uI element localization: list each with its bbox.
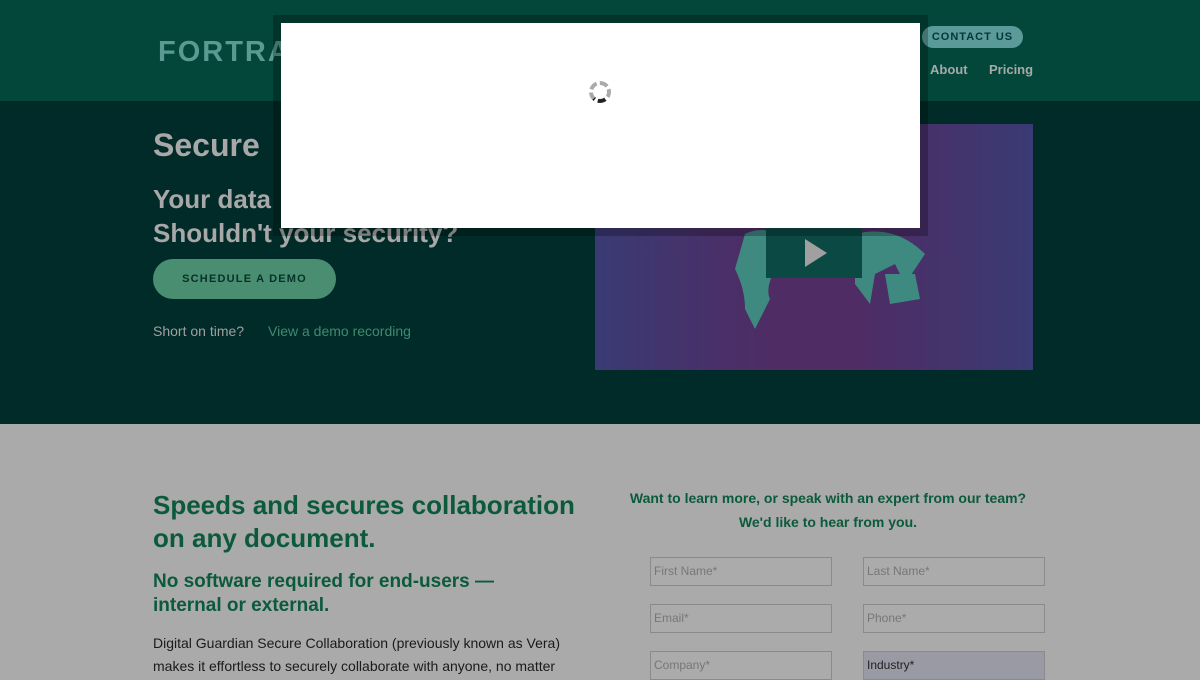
short-on-time-text: Short on time? bbox=[153, 323, 245, 339]
loading-modal bbox=[281, 23, 920, 228]
schedule-demo-button[interactable]: SCHEDULE A DEMO bbox=[153, 259, 336, 299]
industry-select[interactable]: Industry* bbox=[863, 651, 1045, 680]
nav-pricing[interactable]: Pricing bbox=[989, 62, 1033, 77]
section-heading: Speeds and secures collaboration on any … bbox=[153, 490, 575, 553]
contact-us-button[interactable]: CONTACT US bbox=[922, 26, 1023, 48]
phone-input[interactable]: Phone* bbox=[863, 604, 1045, 633]
first-name-input[interactable]: First Name* bbox=[650, 557, 832, 586]
fortra-logo[interactable]: FORTRA bbox=[158, 36, 291, 69]
demo-recording-link[interactable]: View a demo recording bbox=[268, 323, 411, 339]
loading-spinner-icon bbox=[589, 81, 611, 103]
last-name-input[interactable]: Last Name* bbox=[863, 557, 1045, 586]
hero-title: Secure bbox=[153, 127, 260, 163]
form-title: Want to learn more, or speak with an exp… bbox=[629, 490, 1027, 506]
email-input[interactable]: Email* bbox=[650, 604, 832, 633]
form-subtitle: We'd like to hear from you. bbox=[738, 514, 918, 530]
section-subheading: No software required for end-users — int… bbox=[153, 571, 495, 616]
company-input[interactable]: Company* bbox=[650, 651, 832, 680]
section-body: Digital Guardian Secure Collaboration (p… bbox=[153, 635, 560, 674]
nav-about[interactable]: About bbox=[930, 62, 968, 77]
